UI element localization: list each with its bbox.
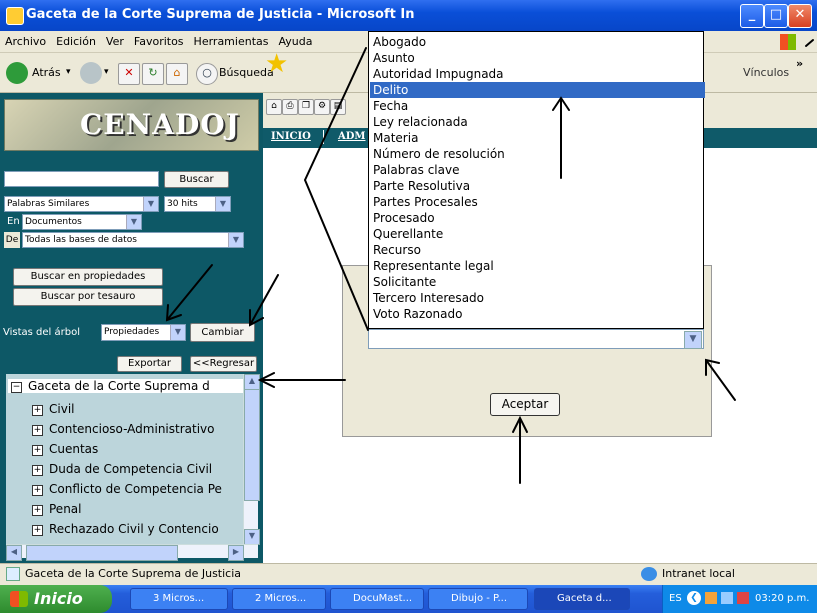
arrow-to-delito (552, 96, 570, 179)
edge-mark (805, 39, 814, 47)
task-documaster[interactable]: DocuMast... (330, 588, 424, 610)
task-word[interactable]: 3 Micros... (130, 588, 228, 610)
chevron-left-icon[interactable]: ❮ (687, 591, 701, 605)
arrow-to-select (705, 358, 736, 401)
task-gaceta[interactable]: Gaceta d... (534, 588, 630, 610)
page-icon (6, 567, 20, 581)
system-tray: ES ❮ 03:20 p.m. (662, 585, 817, 613)
task-label: 2 Micros... (255, 593, 307, 604)
arrow-to-tree-view-select (165, 264, 213, 322)
outlook-tray-icon[interactable] (705, 592, 717, 604)
security-tray-icon[interactable] (737, 592, 749, 604)
bracket-line (303, 47, 369, 331)
task-outlook[interactable]: 2 Micros... (232, 588, 326, 610)
network-tray-icon[interactable] (721, 592, 733, 604)
task-label: 3 Micros... (153, 593, 205, 604)
task-label: Gaceta d... (557, 593, 612, 604)
language-indicator[interactable]: ES (669, 593, 682, 604)
annotation-arrows (165, 39, 814, 484)
windows-logo-icon (10, 591, 28, 607)
task-paint[interactable]: Dibujo - P... (428, 588, 528, 610)
security-zone: Intranet local (662, 567, 735, 580)
arrow-to-tree (257, 372, 346, 388)
status-bar: Gaceta de la Corte Suprema de Justicia I… (0, 563, 817, 585)
start-button[interactable]: Inicio (0, 585, 112, 613)
task-label: DocuMast... (353, 593, 413, 604)
arrow-to-change-button (249, 274, 279, 327)
intranet-icon (641, 567, 657, 581)
start-label: Inicio (34, 589, 83, 608)
status-text: Gaceta de la Corte Suprema de Justicia (25, 567, 242, 580)
task-label: Dibujo - P... (451, 593, 508, 604)
arrow-to-accept (512, 415, 528, 484)
clock: 03:20 p.m. (755, 593, 810, 604)
taskbar: Inicio 3 Micros... 2 Micros... DocuMast.… (0, 585, 817, 613)
